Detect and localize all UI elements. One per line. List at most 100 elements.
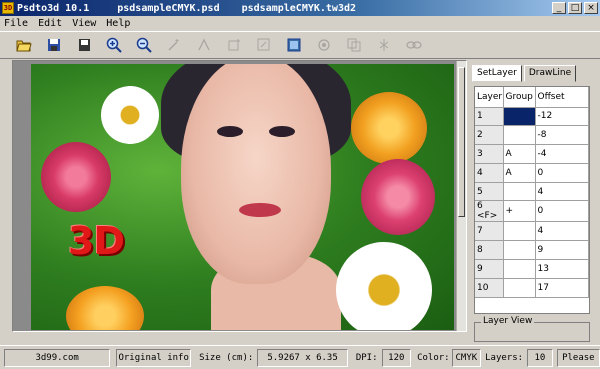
zoom-in-icon[interactable] bbox=[104, 35, 124, 55]
column-header-layer: Layer bbox=[475, 87, 504, 108]
layer-row[interactable]: 2 -8 bbox=[475, 125, 589, 146]
copy-icon[interactable] bbox=[344, 35, 364, 55]
layer-offset-cell[interactable]: 4 bbox=[535, 221, 589, 242]
layer-row[interactable]: 74 bbox=[475, 221, 589, 242]
lips bbox=[239, 203, 281, 217]
layer-number-cell[interactable]: 5 bbox=[475, 182, 504, 202]
minimize-button[interactable]: _ bbox=[552, 2, 566, 14]
panel-tabs: SetLayer DrawLine bbox=[472, 65, 578, 82]
layer-offset-cell[interactable]: -12 bbox=[535, 107, 589, 127]
scrollbar-thumb[interactable] bbox=[458, 67, 465, 217]
layer-number-cell[interactable]: 1 bbox=[475, 107, 504, 127]
layer-row[interactable]: 10 17 bbox=[475, 278, 589, 298]
app-title: Psdto3d 10.1 bbox=[17, 2, 90, 14]
daisy-top-left bbox=[101, 86, 159, 144]
dpi-value: 120 bbox=[381, 348, 412, 367]
menu-help[interactable]: Help bbox=[106, 18, 130, 29]
layer-group-cell[interactable] bbox=[503, 125, 536, 146]
save-as-icon[interactable] bbox=[74, 35, 94, 55]
layer-offset-cell[interactable]: -4 bbox=[535, 144, 589, 164]
grid-header-row: Layer Group Offset bbox=[475, 87, 589, 108]
layer-edit-icon[interactable] bbox=[254, 35, 274, 55]
maximize-button[interactable]: □ bbox=[568, 2, 582, 14]
original-info-button[interactable]: Original info bbox=[116, 348, 192, 367]
layer-group-cell[interactable]: + bbox=[503, 200, 536, 223]
menu-bar: File Edit View Help bbox=[0, 16, 600, 30]
layer-offset-cell[interactable]: 0 bbox=[535, 200, 589, 223]
layer-number-cell[interactable]: 9 bbox=[475, 259, 504, 279]
open-icon[interactable] bbox=[14, 35, 34, 55]
color-label: Color: bbox=[417, 352, 450, 363]
light-icon[interactable] bbox=[374, 35, 394, 55]
pink-rose-left bbox=[41, 142, 111, 212]
size-value: 5.9267 x 6.35 bbox=[257, 348, 348, 367]
yellow-rose-right bbox=[351, 92, 427, 164]
layer-row[interactable]: 9 13 bbox=[475, 259, 589, 279]
image-canvas[interactable]: 3D bbox=[12, 60, 467, 332]
left-eye bbox=[217, 126, 243, 137]
layer-row[interactable]: 6 <F> +0 bbox=[475, 200, 589, 223]
layer-row[interactable]: 54 bbox=[475, 182, 589, 202]
canvas-vertical-scrollbar[interactable] bbox=[456, 61, 466, 331]
layer-offset-cell[interactable]: 9 bbox=[535, 240, 589, 261]
status-bar: 3d99.com Original info Size (cm): 5.9267… bbox=[0, 345, 600, 369]
layer-offset-cell[interactable]: -8 bbox=[535, 125, 589, 146]
title-bar: 3D Psdto3d 10.1 psdsampleCMYK.psd psdsam… bbox=[0, 0, 600, 16]
size-label: Size (cm): bbox=[199, 352, 254, 363]
menu-view[interactable]: View bbox=[72, 18, 96, 29]
layered-photo: 3D bbox=[31, 64, 454, 330]
layer-group-cell[interactable] bbox=[503, 221, 536, 242]
toolbar bbox=[0, 31, 600, 59]
layer-row[interactable]: 4A0 bbox=[475, 163, 589, 183]
layer-number-cell[interactable]: 8 bbox=[475, 240, 504, 261]
layer-group-cell[interactable]: A bbox=[503, 144, 536, 164]
column-header-group: Group bbox=[503, 87, 536, 108]
menu-file[interactable]: File bbox=[4, 18, 28, 29]
status-site: 3d99.com bbox=[4, 348, 111, 367]
right-eye bbox=[269, 126, 295, 137]
layer-number-cell[interactable]: 3 bbox=[475, 144, 504, 164]
layer-number-cell[interactable]: 10 bbox=[475, 278, 504, 298]
circle-icon[interactable] bbox=[314, 35, 334, 55]
layer-row[interactable]: 1 -12 bbox=[475, 107, 589, 127]
layer-group-cell[interactable] bbox=[503, 182, 536, 202]
dpi-label: DPI: bbox=[355, 352, 378, 363]
layer-group-cell[interactable] bbox=[503, 259, 536, 279]
zoom-out-icon[interactable] bbox=[134, 35, 154, 55]
layer-grid[interactable]: Layer Group Offset 1 -12 2 -8 3 A -4 4 A 0 5 4 6 <F>… bbox=[474, 86, 590, 314]
link-icon[interactable] bbox=[404, 35, 424, 55]
layer-group-cell[interactable] bbox=[503, 278, 536, 298]
face-shape bbox=[181, 64, 331, 284]
select-icon[interactable] bbox=[194, 35, 214, 55]
layer-offset-cell[interactable]: 13 bbox=[535, 259, 589, 279]
layer-panel: SetLayer DrawLine Layer Group Offset 1 -1… bbox=[470, 60, 596, 345]
layer-number-cell[interactable]: 7 bbox=[475, 221, 504, 242]
layer-group-cell[interactable] bbox=[503, 107, 536, 127]
layer-group-cell[interactable]: A bbox=[503, 163, 536, 183]
column-header-offset: Offset bbox=[535, 87, 589, 108]
title-file-tw3d2: psdsampleCMYK.tw3d2 bbox=[241, 2, 356, 14]
pink-rose-right bbox=[361, 159, 435, 235]
layer-group-cell[interactable] bbox=[503, 240, 536, 261]
wand-icon[interactable] bbox=[164, 35, 184, 55]
menu-edit[interactable]: Edit bbox=[38, 18, 62, 29]
layer-view-label: Layer View bbox=[481, 316, 535, 326]
title-file-psd: psdsampleCMYK.psd bbox=[117, 2, 220, 14]
save-icon[interactable] bbox=[44, 35, 64, 55]
3d-logo: 3D bbox=[68, 219, 125, 263]
layer-number-cell[interactable]: 2 bbox=[475, 125, 504, 146]
layer-row[interactable]: 89 bbox=[475, 240, 589, 261]
tab-drawline[interactable]: DrawLine bbox=[523, 65, 577, 82]
layer-offset-cell[interactable]: 17 bbox=[535, 278, 589, 298]
close-button[interactable]: × bbox=[584, 2, 598, 14]
tab-setlayer[interactable]: SetLayer bbox=[472, 65, 522, 82]
layer-row[interactable]: 3 A -4 bbox=[475, 144, 589, 164]
status-message: Please bbox=[556, 348, 600, 367]
layer-add-icon[interactable] bbox=[224, 35, 244, 55]
layer-number-cell[interactable]: 6 <F> bbox=[475, 200, 504, 223]
image-icon[interactable] bbox=[284, 35, 304, 55]
layer-number-cell[interactable]: 4 bbox=[475, 163, 504, 183]
yellow-rose-bottom-left bbox=[66, 286, 144, 330]
layer-offset-cell[interactable]: 0 bbox=[535, 163, 589, 183]
layer-offset-cell[interactable]: 4 bbox=[535, 182, 589, 202]
